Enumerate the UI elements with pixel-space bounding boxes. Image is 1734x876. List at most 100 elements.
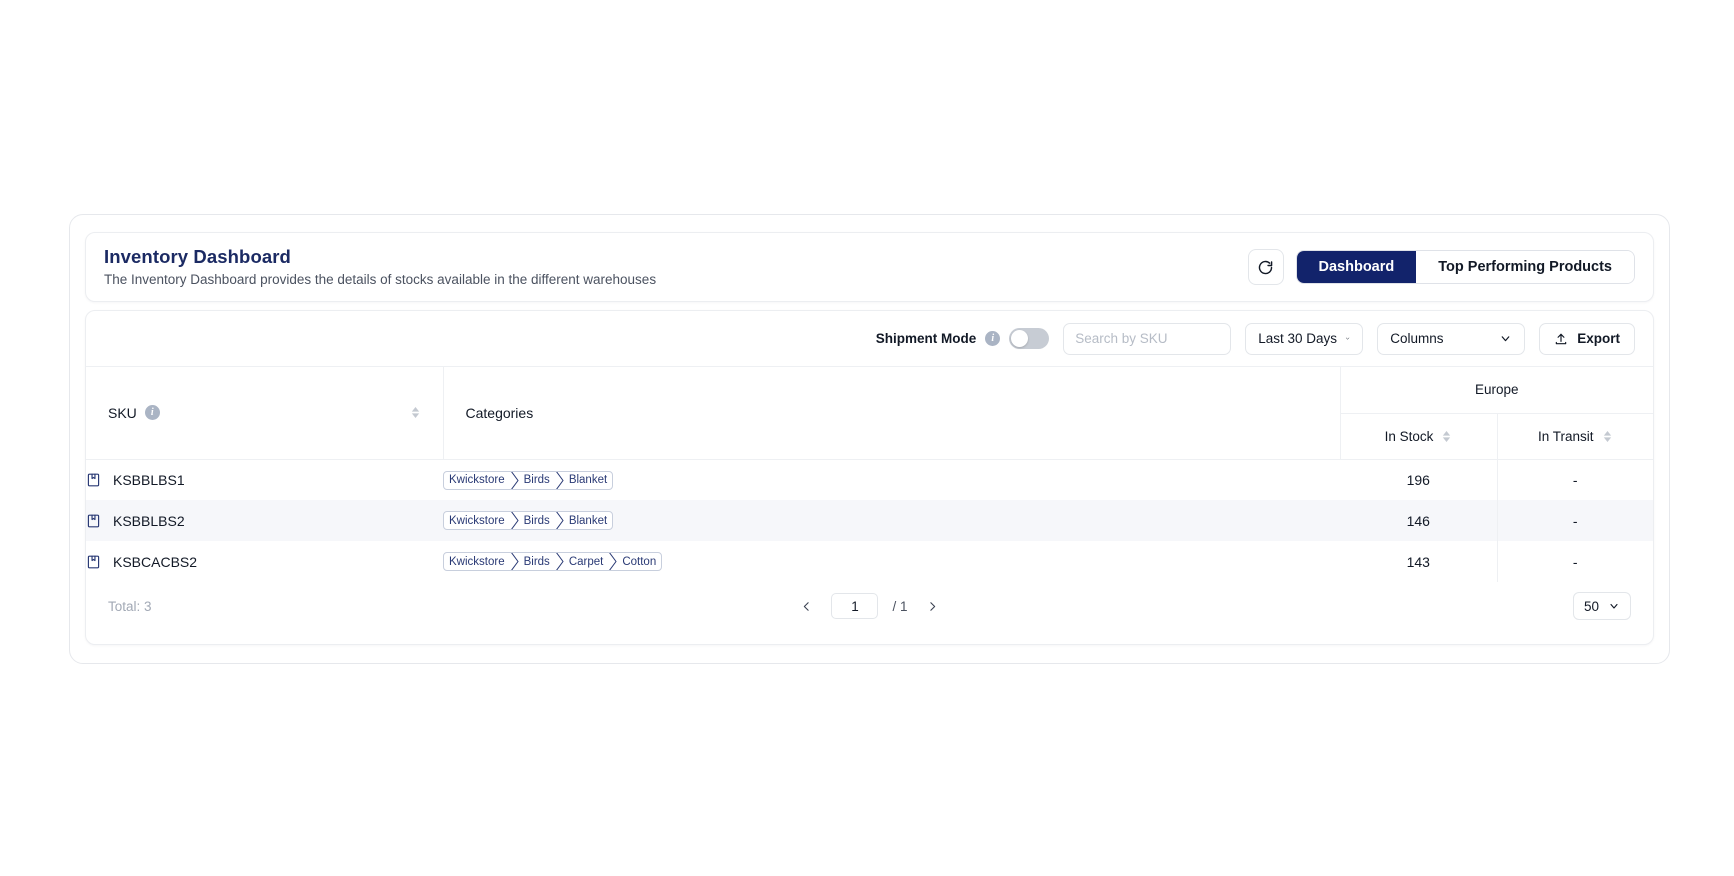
tab-top-performing-products[interactable]: Top Performing Products [1416,251,1634,283]
sku-info-icon[interactable]: i [144,405,160,421]
shipment-mode-control: Shipment Mode i [876,328,1050,349]
pagination: / 1 [86,593,1653,619]
chevron-left-icon [803,601,809,611]
refresh-icon [1258,260,1273,274]
cell-sku: KSBBLBS2 [86,500,443,541]
page-subtitle: The Inventory Dashboard provides the det… [104,271,657,287]
chevron-down-icon [1610,603,1618,609]
package-icon [87,473,100,487]
column-header-in-stock[interactable]: In Stock [1340,413,1497,460]
cell-in-stock: 196 [1406,471,1430,488]
cell-in-transit: - [1496,459,1653,500]
crumb-segment: Birds [523,474,550,486]
column-header-in-transit[interactable]: In Transit [1496,413,1653,460]
crumb-chevron-icon [510,471,519,489]
cell-in-transit: - [1496,500,1653,541]
column-header-in-transit-label: In Transit [1537,428,1594,444]
header-actions: Dashboard Top Performing Products [1247,249,1635,285]
dashboard-header: Inventory Dashboard The Inventory Dashbo… [85,232,1654,302]
table-row[interactable]: KSBBLBS1 Kwickstore Birds Blanket 196 - [86,459,1653,500]
columns-label: Columns [1390,331,1444,346]
shipment-mode-info-icon[interactable]: i [985,331,1001,346]
cell-categories: Kwickstore Birds Blanket [443,500,1340,541]
crumb-chevron-icon [555,471,564,489]
crumb-segment: Kwickstore [449,514,505,527]
sku-value: KSBBLBS2 [113,512,185,529]
page-number-input[interactable] [831,593,879,619]
column-header-sku[interactable]: SKU i [86,367,444,460]
crumb-segment: Birds [523,514,550,527]
page-title: Inventory Dashboard [104,245,291,267]
upload-icon [1555,333,1567,344]
crumb-chevron-icon [510,512,519,530]
export-label: Export [1577,331,1620,346]
crumb-segment: Cotton [622,555,657,568]
tab-dashboard[interactable]: Dashboard [1296,251,1417,283]
chevron-down-icon [1501,336,1510,342]
date-range-dropdown[interactable]: Last 30 Days [1245,322,1364,355]
table-row[interactable]: KSBBLBS2 Kwickstore Birds Blanket 146 - [86,500,1653,541]
inventory-panel: Shipment Mode i Last 30 Days Columns [85,310,1654,645]
next-page-button[interactable] [922,595,944,617]
crumb-chevron-icon [555,553,564,571]
header-text-block: Inventory Dashboard The Inventory Dashbo… [104,246,656,289]
date-range-label: Last 30 Days [1258,331,1338,346]
category-breadcrumb[interactable]: Kwickstore Birds Blanket [443,511,614,531]
column-header-categories-label: Categories [465,404,534,421]
total-count: Total: 3 [108,598,152,614]
page-size-dropdown[interactable]: 50 [1572,592,1631,620]
chevron-right-icon [930,601,936,611]
sku-value: KSBCACBS2 [113,553,198,570]
search-input[interactable] [1063,322,1232,355]
sort-sku-button[interactable] [410,406,421,419]
refresh-button[interactable] [1247,249,1284,285]
crumb-segment: Kwickstore [449,555,505,568]
table-head: SKU i Categories Europe In Stock In Tran… [86,367,1653,460]
table-row[interactable]: KSBCACBS2 Kwickstore Birds Carpet Cotton… [86,541,1653,582]
column-header-sku-label: SKU [108,404,137,421]
crumb-segment: Carpet [568,555,604,568]
table-body: KSBBLBS1 Kwickstore Birds Blanket 196 - … [86,459,1653,582]
crumb-chevron-icon [555,512,564,530]
category-breadcrumb[interactable]: Kwickstore Birds Blanket [443,470,614,490]
crumb-segment: Blanket [568,514,608,527]
cell-sku: KSBBLBS1 [86,459,443,500]
sort-arrows-icon [411,407,419,419]
column-header-categories: Categories [443,367,1341,460]
inventory-table: SKU i Categories Europe In Stock In Tran… [86,367,1653,582]
sort-arrows-icon [1443,430,1451,442]
package-icon [87,555,100,568]
category-breadcrumb[interactable]: Kwickstore Birds Carpet Cotton [443,552,663,572]
sort-arrows-icon [1603,430,1611,442]
columns-dropdown[interactable]: Columns [1377,322,1526,355]
view-tabs: Dashboard Top Performing Products [1295,250,1635,284]
crumb-segment: Birds [523,555,550,568]
cell-sku: KSBCACBS2 [86,541,443,582]
page-total-label: / 1 [892,598,908,614]
chevron-down-icon [1346,337,1350,340]
crumb-chevron-icon [510,553,519,571]
cell-categories: Kwickstore Birds Carpet Cotton [443,541,1340,582]
export-button[interactable]: Export [1539,322,1635,355]
sku-value: KSBBLBS1 [113,471,185,488]
crumb-segment: Blanket [568,474,608,486]
table-toolbar: Shipment Mode i Last 30 Days Columns [86,311,1653,367]
prev-page-button[interactable] [795,595,817,617]
cell-in-stock: 146 [1340,500,1497,541]
table-footer: Total: 3 / 1 50 [86,582,1653,630]
column-header-in-stock-label: In Stock [1384,428,1434,444]
shipment-mode-toggle[interactable] [1009,328,1050,349]
toggle-knob [1011,330,1029,347]
package-icon [87,514,100,527]
cell-in-transit: - [1496,541,1653,582]
cell-in-stock: 143 [1406,553,1430,570]
page-size-label: 50 [1583,598,1599,614]
crumb-chevron-icon [608,553,617,571]
shipment-mode-label: Shipment Mode [875,331,977,346]
table-head-row-group: SKU i Categories Europe [86,367,1653,460]
app-root: Inventory Dashboard The Inventory Dashbo… [0,0,1734,876]
cell-categories: Kwickstore Birds Blanket [443,459,1340,500]
column-group-label: Europe [1474,382,1519,398]
crumb-segment: Kwickstore [449,474,505,486]
column-group-header-europe: Europe [1340,367,1653,414]
